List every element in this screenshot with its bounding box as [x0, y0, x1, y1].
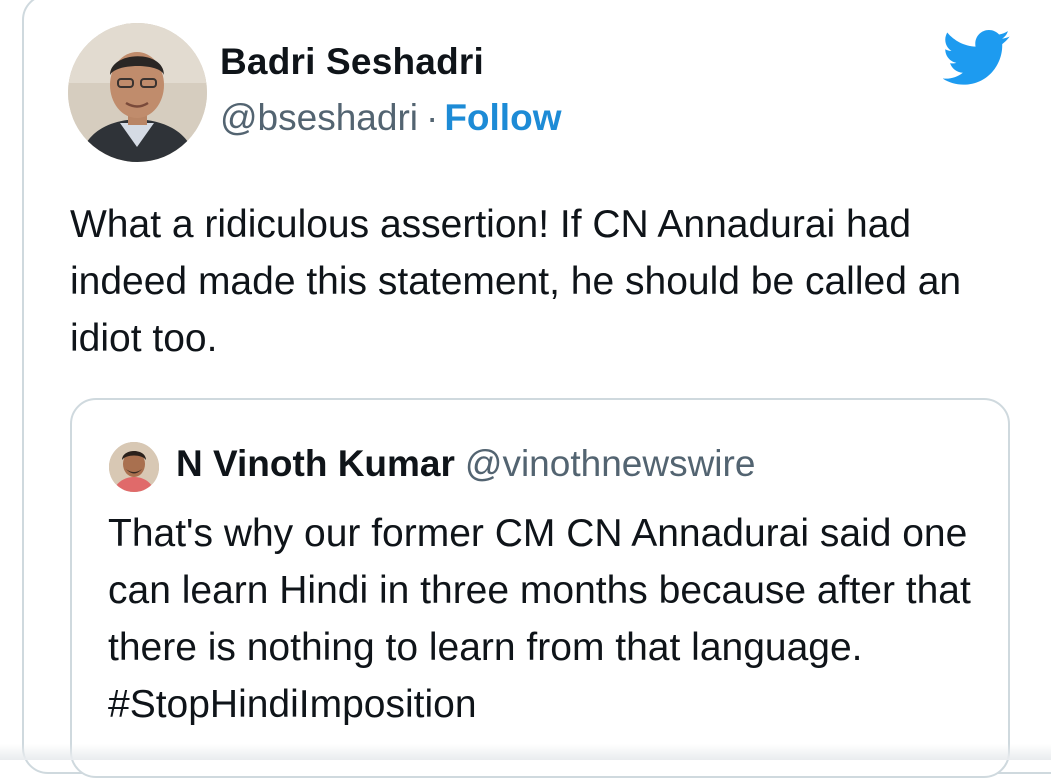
author-handle-row: @bseshadri · Follow: [220, 96, 561, 140]
author-avatar-image: [68, 23, 207, 162]
separator-dot: ·: [426, 97, 439, 138]
twitter-bird-icon[interactable]: [943, 29, 1011, 87]
quoted-tweet[interactable]: N Vinoth Kumar @vinothnewswire That's why…: [70, 398, 1010, 778]
quoted-author-avatar-image: [109, 442, 159, 492]
bottom-edge: [0, 744, 1051, 760]
quoted-author-row: N Vinoth Kumar @vinothnewswire: [176, 442, 755, 486]
author-name[interactable]: Badri Seshadri: [220, 40, 484, 84]
quoted-tweet-text: That's why our former CM CN Annadurai sa…: [108, 512, 971, 726]
follow-button[interactable]: Follow: [444, 97, 561, 138]
tweet-text: What a ridiculous assertion! If CN Annad…: [70, 203, 962, 360]
quoted-author-name[interactable]: N Vinoth Kumar: [176, 443, 455, 484]
author-handle[interactable]: @bseshadri: [220, 97, 418, 138]
quoted-author-avatar[interactable]: [109, 442, 159, 492]
quoted-author-handle[interactable]: @vinothnewswire: [465, 443, 756, 484]
author-avatar[interactable]: [68, 23, 207, 162]
